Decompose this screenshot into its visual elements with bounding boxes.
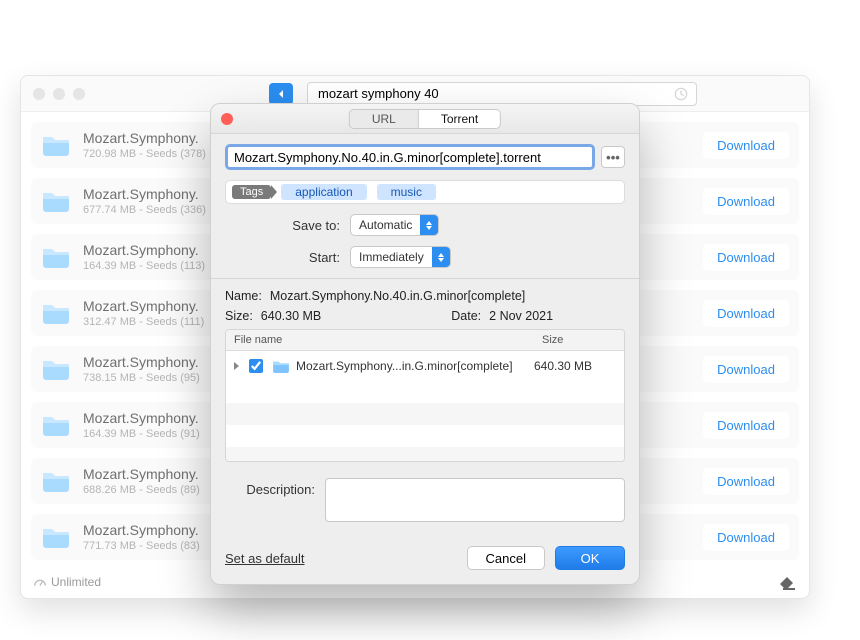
download-button[interactable]: Download	[703, 132, 789, 159]
file-checkbox[interactable]	[249, 359, 263, 373]
file-table-header: File name Size	[226, 330, 624, 351]
chevron-updown-icon	[420, 215, 438, 235]
col-size[interactable]: Size	[534, 330, 624, 350]
close-icon[interactable]	[221, 113, 233, 125]
folder-icon	[41, 357, 71, 381]
source-segmented-control[interactable]: URL Torrent	[349, 109, 501, 129]
clear-button[interactable]	[777, 574, 797, 590]
bandwidth-status: Unlimited	[33, 575, 101, 590]
nav-back-button[interactable]	[269, 83, 293, 105]
set-as-default-link[interactable]: Set as default	[225, 551, 305, 566]
start-value: Immediately	[351, 250, 432, 264]
folder-icon	[272, 359, 290, 373]
download-button[interactable]: Download	[703, 300, 789, 327]
save-to-value: Automatic	[351, 218, 420, 232]
tags-label: Tags	[232, 185, 271, 199]
tag-music[interactable]: music	[377, 184, 436, 200]
traffic-dot	[33, 88, 45, 100]
folder-icon	[41, 525, 71, 549]
dialog-footer: Set as default Cancel OK	[211, 536, 639, 584]
download-button[interactable]: Download	[703, 188, 789, 215]
folder-icon	[41, 301, 71, 325]
save-to-label: Save to:	[225, 218, 340, 233]
folder-icon	[41, 469, 71, 493]
history-icon	[674, 87, 688, 101]
folder-icon	[41, 413, 71, 437]
name-key: Name:	[225, 289, 262, 303]
tags-row[interactable]: Tags application music	[225, 180, 625, 204]
ellipsis-icon: •••	[606, 150, 620, 165]
download-button[interactable]: Download	[703, 244, 789, 271]
file-table-empty	[226, 381, 624, 461]
torrent-size-date-row: Size: 640.30 MB Date: 2 Nov 2021	[225, 309, 625, 323]
ok-button[interactable]: OK	[555, 546, 625, 570]
size-value: 640.30 MB	[261, 309, 321, 323]
search-input[interactable]	[316, 85, 674, 102]
gauge-icon	[33, 575, 47, 589]
traffic-dot	[53, 88, 65, 100]
dialog-titlebar: URL Torrent	[211, 104, 639, 134]
date-key: Date:	[451, 309, 481, 323]
tab-url[interactable]: URL	[350, 110, 418, 128]
tab-torrent[interactable]: Torrent	[418, 110, 500, 128]
file-name: Mozart.Symphony...in.G.minor[complete]	[296, 359, 528, 373]
add-torrent-dialog: URL Torrent ••• Tags application music S…	[210, 103, 640, 585]
download-button[interactable]: Download	[703, 412, 789, 439]
search-field[interactable]	[307, 82, 697, 106]
description-input[interactable]	[325, 478, 625, 522]
folder-icon	[41, 189, 71, 213]
start-select[interactable]: Immediately	[350, 246, 451, 268]
traffic-lights	[33, 88, 85, 100]
cancel-button[interactable]: Cancel	[467, 546, 545, 570]
folder-icon	[41, 133, 71, 157]
disclosure-arrow-icon[interactable]	[234, 362, 239, 370]
description-row: Description:	[225, 478, 625, 522]
browse-button[interactable]: •••	[601, 146, 625, 168]
start-label: Start:	[225, 250, 340, 265]
description-label: Description:	[225, 482, 315, 522]
save-to-select[interactable]: Automatic	[350, 214, 439, 236]
file-row[interactable]: Mozart.Symphony...in.G.minor[complete] 6…	[226, 351, 624, 381]
chevron-updown-icon	[432, 247, 450, 267]
dialog-body: ••• Tags application music Save to: Auto…	[211, 134, 639, 536]
name-value: Mozart.Symphony.No.40.in.G.minor[complet…	[270, 289, 525, 303]
bandwidth-status-label: Unlimited	[51, 575, 101, 589]
file-size: 640.30 MB	[534, 359, 616, 373]
date-value: 2 Nov 2021	[489, 309, 553, 323]
tag-application[interactable]: application	[281, 184, 366, 200]
col-filename[interactable]: File name	[226, 330, 534, 350]
traffic-dot	[73, 88, 85, 100]
save-to-row: Save to: Automatic	[225, 214, 625, 236]
file-table: File name Size Mozart.Symphony...in.G.mi…	[225, 329, 625, 462]
download-button[interactable]: Download	[703, 468, 789, 495]
start-row: Start: Immediately	[225, 246, 625, 268]
size-key: Size:	[225, 309, 253, 323]
filename-row: •••	[225, 144, 625, 170]
folder-icon	[41, 245, 71, 269]
divider	[211, 278, 639, 279]
filename-input[interactable]	[225, 144, 595, 170]
chevron-left-icon	[276, 89, 286, 99]
download-button[interactable]: Download	[703, 356, 789, 383]
download-button[interactable]: Download	[703, 524, 789, 551]
torrent-name-row: Name: Mozart.Symphony.No.40.in.G.minor[c…	[225, 289, 625, 303]
